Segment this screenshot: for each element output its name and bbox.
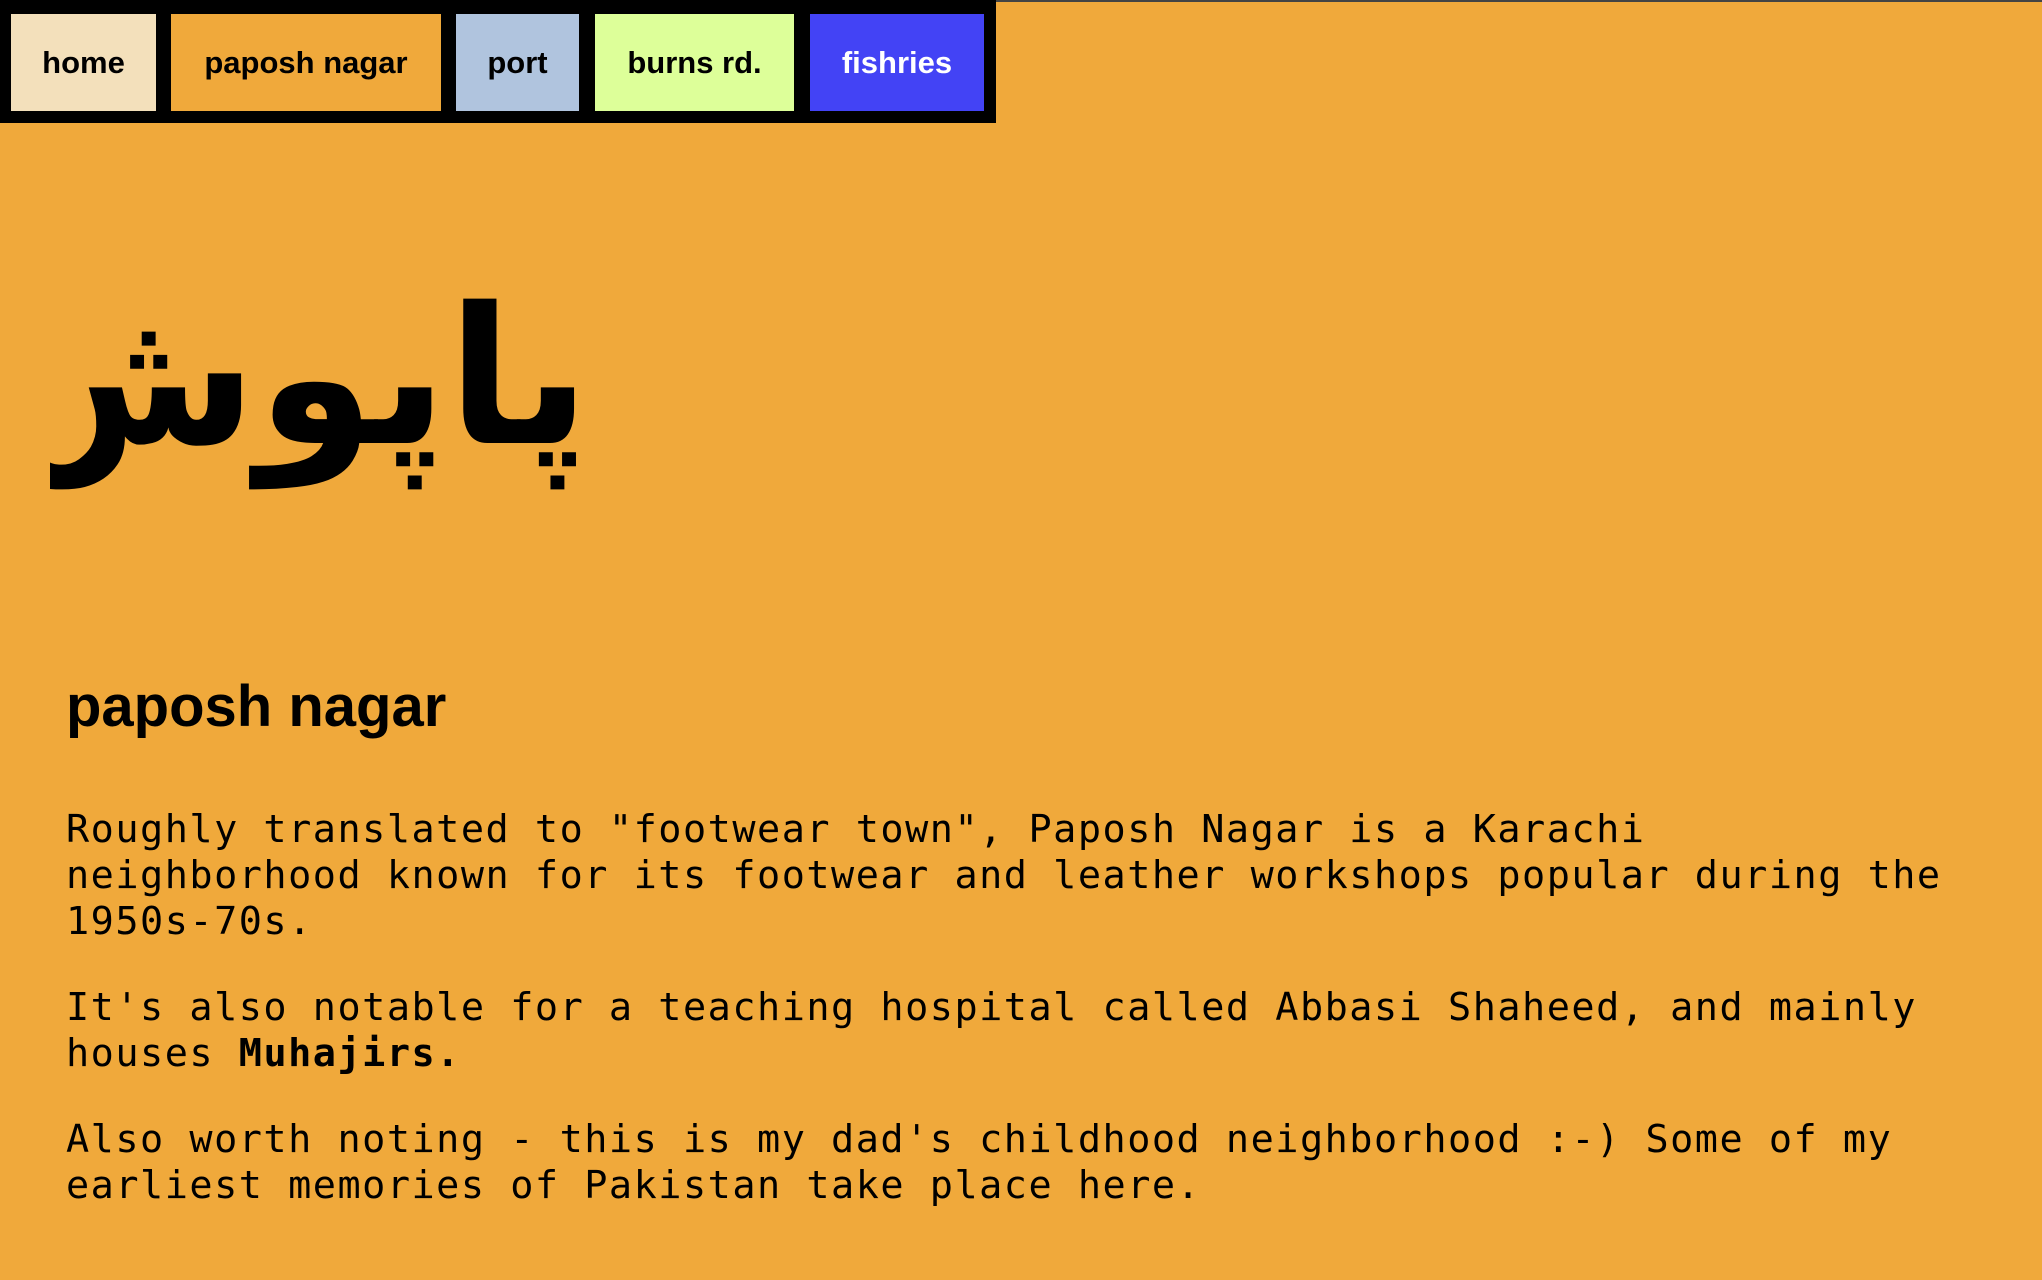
muhajirs-bold-text: Muhajirs xyxy=(238,1031,437,1076)
nav-link-burns-rd[interactable]: burns rd. xyxy=(595,14,794,111)
paragraph-personal-note: Also worth noting - this is my dad's chi… xyxy=(66,1117,1893,1208)
paragraph-hospital: It's also notable for a teaching hospita… xyxy=(66,985,1966,1077)
nav-link-port[interactable]: port xyxy=(456,14,579,111)
top-nav: home paposh nagar port burns rd. fishrie… xyxy=(0,0,996,123)
nav-link-home[interactable]: home xyxy=(11,14,156,111)
page-heading: paposh nagar xyxy=(66,674,447,739)
urdu-title: پاپوش نگر xyxy=(50,267,590,488)
nav-link-fishries[interactable]: fishries xyxy=(810,14,984,111)
paragraph-intro: Roughly translated to "footwear town", P… xyxy=(66,807,1942,944)
nav-link-paposh-nagar[interactable]: paposh nagar xyxy=(171,14,441,111)
paragraph-hospital-end: . xyxy=(436,1031,461,1076)
